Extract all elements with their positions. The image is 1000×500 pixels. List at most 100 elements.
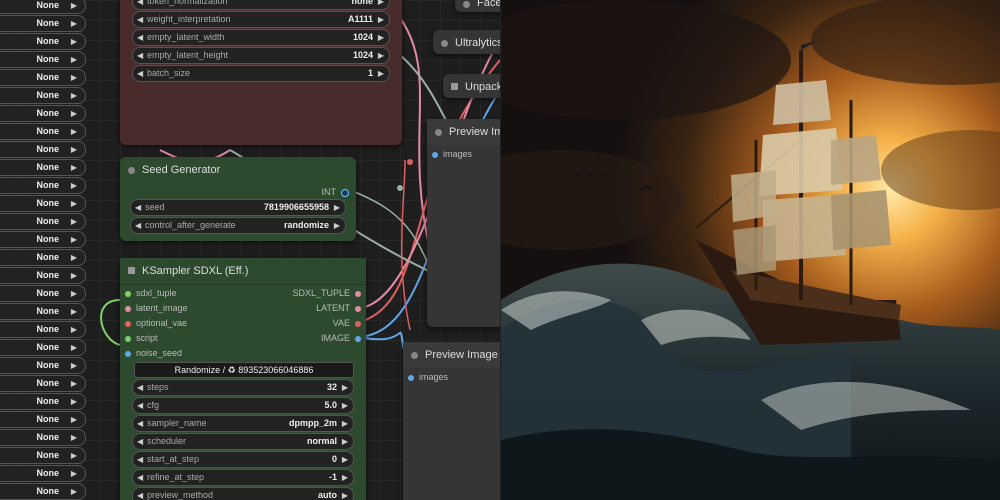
input-images[interactable]: images [427,148,472,160]
input-latent-image[interactable]: latent_image [120,302,188,314]
param-seed[interactable]: ◀ seed 7819906655958 ▶ [130,199,346,216]
increment-arrow-icon[interactable]: ▶ [378,0,384,9]
collapse-square-icon[interactable] [128,267,135,274]
increment-arrow-icon[interactable]: ▶ [71,358,77,373]
none-selector[interactable]: None ▶ [0,483,86,500]
preview-image-node-2[interactable]: Preview Image images [403,342,500,500]
increment-arrow-icon[interactable]: ▶ [71,430,77,445]
param-start-at-step[interactable]: ◀ start_at_step 0 ▶ [132,451,354,468]
randomize-seed-button[interactable]: Randomize / ♻ 893523066046886 [134,362,354,378]
decrement-arrow-icon[interactable]: ◀ [137,48,143,63]
none-selector[interactable]: None ▶ [0,321,86,338]
none-selector[interactable]: None ▶ [0,15,86,32]
increment-arrow-icon[interactable]: ▶ [71,448,77,463]
increment-arrow-icon[interactable]: ▶ [342,434,348,449]
increment-arrow-icon[interactable]: ▶ [334,218,340,233]
input-script[interactable]: script [120,332,158,344]
increment-arrow-icon[interactable]: ▶ [378,48,384,63]
none-selector[interactable]: None ▶ [0,0,86,14]
none-selector[interactable]: None ▶ [0,123,86,140]
none-selector[interactable]: None ▶ [0,375,86,392]
increment-arrow-icon[interactable]: ▶ [334,200,340,215]
param-empty-latent-height[interactable]: ◀ empty_latent_height 1024 ▶ [132,47,390,64]
none-selector[interactable]: None ▶ [0,195,86,212]
increment-arrow-icon[interactable]: ▶ [71,214,77,229]
increment-arrow-icon[interactable]: ▶ [342,470,348,485]
increment-arrow-icon[interactable]: ▶ [71,16,77,31]
none-selector[interactable]: None ▶ [0,141,86,158]
collapse-square-icon[interactable] [451,83,458,90]
increment-arrow-icon[interactable]: ▶ [342,398,348,413]
none-selector[interactable]: None ▶ [0,393,86,410]
output-pin-icon[interactable] [355,335,361,342]
increment-arrow-icon[interactable]: ▶ [71,250,77,265]
increment-arrow-icon[interactable]: ▶ [378,30,384,45]
collapse-dot-icon[interactable] [435,129,442,136]
param-scheduler[interactable]: ◀ scheduler normal ▶ [132,433,354,450]
increment-arrow-icon[interactable]: ▶ [71,466,77,481]
param-preview-method[interactable]: ◀ preview_method auto ▶ [132,487,354,500]
output-pin-icon[interactable] [355,305,361,312]
increment-arrow-icon[interactable]: ▶ [378,12,384,27]
decrement-arrow-icon[interactable]: ◀ [137,398,143,413]
param-refine-at-step[interactable]: ◀ refine_at_step -1 ▶ [132,469,354,486]
increment-arrow-icon[interactable]: ▶ [71,268,77,283]
increment-arrow-icon[interactable]: ▶ [71,0,77,13]
decrement-arrow-icon[interactable]: ◀ [137,434,143,449]
increment-arrow-icon[interactable]: ▶ [71,340,77,355]
none-selector[interactable]: None ▶ [0,249,86,266]
increment-arrow-icon[interactable]: ▶ [71,376,77,391]
node-title[interactable]: KSampler SDXL (Eff.) [120,258,366,285]
ksampler-node[interactable]: KSampler SDXL (Eff.) sdxl_tuple latent_im… [120,258,366,500]
param-token-normalization[interactable]: ◀ token_normalization none ▶ [132,0,390,10]
face-node[interactable]: Face [455,0,500,12]
none-selector[interactable]: None ▶ [0,87,86,104]
decrement-arrow-icon[interactable]: ◀ [137,416,143,431]
input-pin-icon[interactable] [125,335,131,342]
ultralytics-node[interactable]: Ultralytics [433,30,500,54]
none-selector[interactable]: None ▶ [0,33,86,50]
none-selector[interactable]: None ▶ [0,411,86,428]
output-pin-icon[interactable] [355,320,361,327]
increment-arrow-icon[interactable]: ▶ [71,160,77,175]
collapse-dot-icon[interactable] [411,352,418,359]
none-selector[interactable]: None ▶ [0,51,86,68]
collapse-dot-icon[interactable] [441,40,448,47]
none-selector[interactable]: None ▶ [0,231,86,248]
increment-arrow-icon[interactable]: ▶ [71,484,77,499]
unpack-node[interactable]: Unpack [443,74,500,98]
none-selector[interactable]: None ▶ [0,177,86,194]
input-optional-vae[interactable]: optional_vae [120,317,187,329]
output-latent[interactable]: LATENT [316,302,366,314]
param-cfg[interactable]: ◀ cfg 5.0 ▶ [132,397,354,414]
seed-generator-node[interactable]: Seed Generator INT ◀ seed 7819906655958 ▶ ◀ c… [120,157,356,241]
input-sdxl-tuple[interactable]: sdxl_tuple [120,287,177,299]
decrement-arrow-icon[interactable]: ◀ [137,488,143,500]
none-selector[interactable]: None ▶ [0,69,86,86]
increment-arrow-icon[interactable]: ▶ [342,488,348,500]
prompt-node[interactable]: ◀ token_normalization none ▶ ◀ weight_interpr… [120,0,402,145]
decrement-arrow-icon[interactable]: ◀ [137,452,143,467]
collapse-dot-icon[interactable] [128,167,135,174]
increment-arrow-icon[interactable]: ▶ [71,304,77,319]
increment-arrow-icon[interactable]: ▶ [71,412,77,427]
decrement-arrow-icon[interactable]: ◀ [137,12,143,27]
node-canvas[interactable]: None ▶ None ▶ None ▶ None ▶ None ▶ None ▶ None ▶ None ▶… [0,0,500,500]
param-empty-latent-width[interactable]: ◀ empty_latent_width 1024 ▶ [132,29,390,46]
increment-arrow-icon[interactable]: ▶ [71,286,77,301]
none-selector[interactable]: None ▶ [0,267,86,284]
increment-arrow-icon[interactable]: ▶ [378,66,384,81]
none-selector[interactable]: None ▶ [0,357,86,374]
none-selector[interactable]: None ▶ [0,105,86,122]
none-selector[interactable]: None ▶ [0,303,86,320]
increment-arrow-icon[interactable]: ▶ [71,106,77,121]
preview-image-node-1[interactable]: Preview Im images [427,119,500,327]
increment-arrow-icon[interactable]: ▶ [71,142,77,157]
increment-arrow-icon[interactable]: ▶ [342,416,348,431]
none-selector[interactable]: None ▶ [0,159,86,176]
increment-arrow-icon[interactable]: ▶ [71,394,77,409]
none-selector[interactable]: None ▶ [0,465,86,482]
input-pin-icon[interactable] [125,305,131,312]
increment-arrow-icon[interactable]: ▶ [71,196,77,211]
decrement-arrow-icon[interactable]: ◀ [137,66,143,81]
